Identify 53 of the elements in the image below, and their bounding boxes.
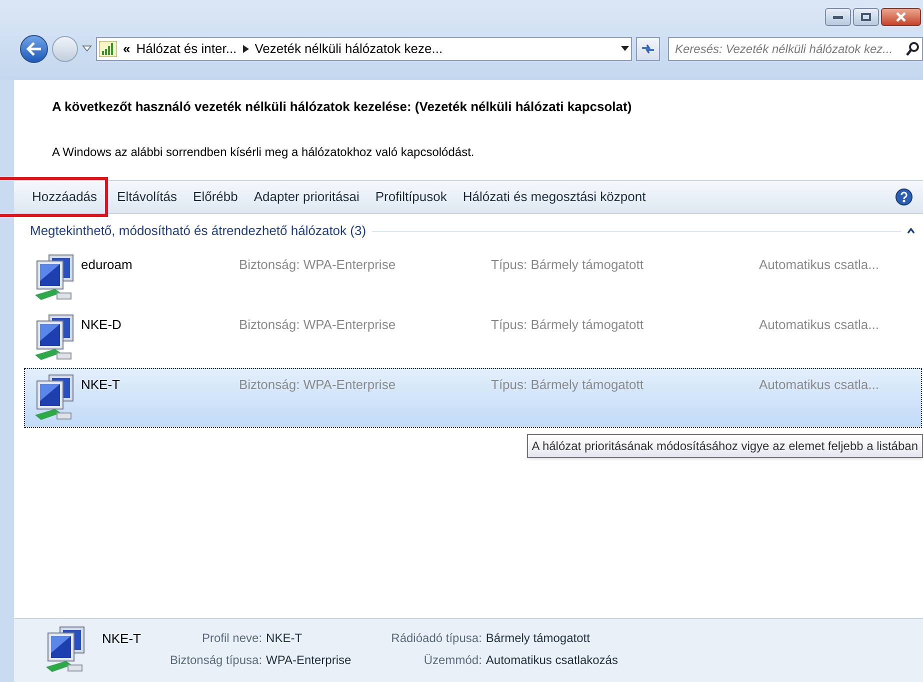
help-icon[interactable] [895,188,913,206]
dropdown-icon[interactable] [621,46,629,52]
search-icon[interactable] [906,42,920,56]
toolbar-button[interactable]: Eltávolítás [109,180,186,214]
network-row[interactable]: NKE-D Biztonság: WPA-Enterprise Típus: Bármely támogatott Automatikus csatla... [24,308,922,368]
field-label: Üzemmód: [422,652,483,669]
network-row[interactable]: NKE-T Biztonság: WPA-Enterprise Típus: Bármely támogatott Automatikus csatla... [24,368,922,428]
close-icon [896,12,906,22]
network-name: eduroam [80,256,134,274]
field-label: Biztonság típusa: [168,652,264,669]
security-info: Biztonság: WPA-Enterprise [239,256,397,274]
maximize-button[interactable] [853,8,879,26]
breadcrumb-arrow-icon[interactable] [242,45,249,53]
field-value: Bármely támogatott [486,630,591,647]
field-value: NKE-T [266,630,304,647]
signal-bars-icon [99,41,117,57]
security-info: Biztonság: WPA-Enterprise [239,316,397,334]
back-button[interactable] [20,35,48,63]
toolbar-button[interactable]: Előrébb [185,180,246,214]
toolbar-button[interactable]: Adapter prioritásai [246,180,368,214]
search-field[interactable]: Keresés: Vezeték nélküli hálózatok kez... [668,37,923,61]
toolbar-button[interactable]: Hozzáadás [0,180,106,214]
tooltip: A hálózat prioritásának módosításához vigye az elemet feljebb a listában [526,434,923,458]
network-name: NKE-D [80,316,122,334]
field-value: WPA-Enterprise [266,652,352,669]
toolbar-button[interactable]: Profiltípusok [367,180,455,214]
breadcrumb-item[interactable]: Vezeték nélküli hálózatok keze... [254,39,443,59]
address-field[interactable]: « Hálózat és inter... Vezeték nélküli hálózatok keze... [96,37,632,61]
group-header[interactable]: Megtekinthető, módosítható és átrendezhető hálózatok (3) [30,221,366,241]
field-label: Rádióadó típusa: [390,630,483,647]
connection-mode: Automatikus csatla... [759,316,879,334]
refresh-icon [641,43,655,55]
breadcrumb-item[interactable]: Hálózat és inter... [136,39,237,59]
toolbar-button[interactable]: Hálózati és megosztási központ [454,180,654,214]
type-info: Típus: Bármely támogatott [491,316,644,334]
type-info: Típus: Bármely támogatott [491,256,644,274]
details-name: NKE-T [102,630,142,648]
connection-mode: Automatikus csatla... [759,376,879,394]
back-arrow-icon [26,42,42,56]
page-heading: A következőt használó vezeték nélküli hálózatok kezelése: (Vezeték nélküli hálózati kapcsolat) [52,98,633,116]
page-description: A Windows az alábbi sorrendben kísérli meg a hálózatokhoz való kapcsolódást. [52,144,476,160]
minimize-button[interactable] [825,8,851,26]
field-label: Profil neve: [201,630,264,647]
type-info: Típus: Bármely támogatott [491,376,644,394]
network-row[interactable]: eduroam Biztonság: WPA-Enterprise Típus: Bármely támogatott Automatikus csatla... [24,248,922,308]
collapse-icon[interactable] [907,228,915,234]
close-button[interactable] [881,8,921,26]
security-info: Biztonság: WPA-Enterprise [239,376,397,394]
connection-mode: Automatikus csatla... [759,256,879,274]
field-value: Automatikus csatlakozás [486,652,618,669]
overflow-chevron[interactable]: « [123,39,130,59]
refresh-button[interactable] [636,37,660,61]
network-name: NKE-T [80,376,121,394]
